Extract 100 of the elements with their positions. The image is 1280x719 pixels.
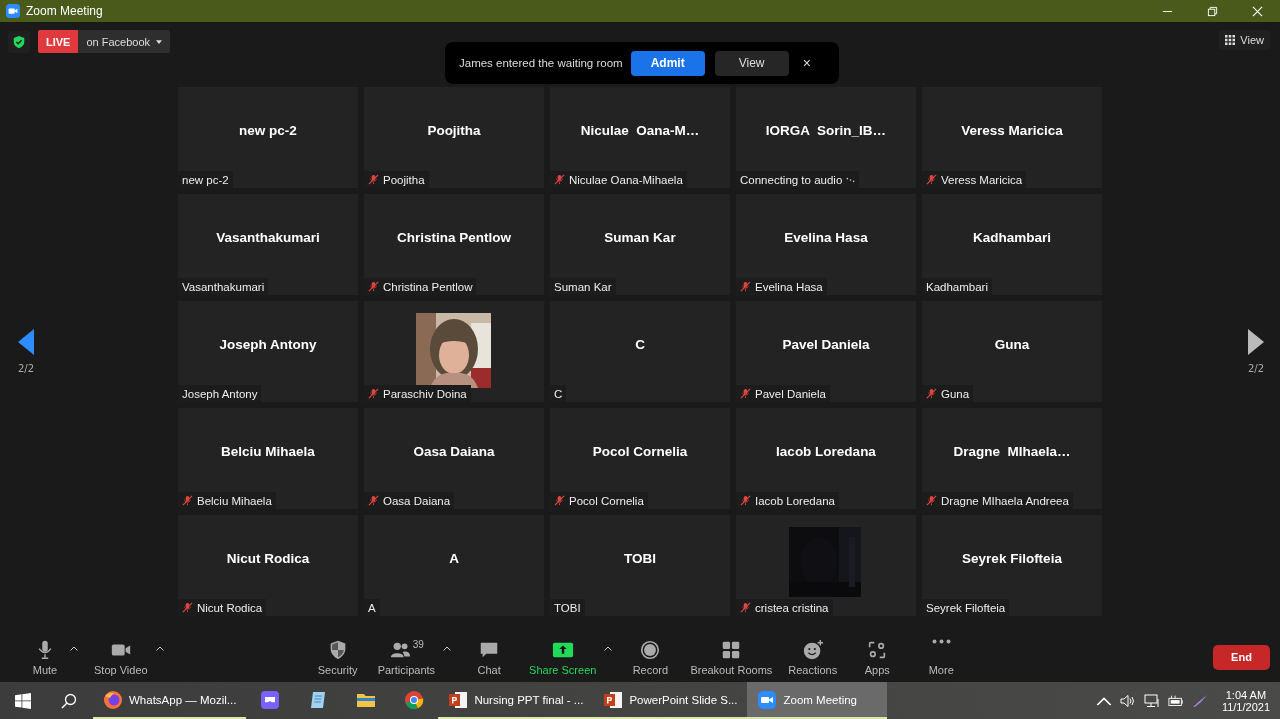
participant-name: Veress Maricica (961, 123, 1063, 138)
mute-button[interactable]: Mute (22, 634, 82, 680)
connecting-dots-icon (846, 176, 856, 183)
participant-name: A (368, 601, 376, 614)
stream-target-dropdown[interactable]: on Facebook (78, 30, 171, 53)
participant-name: new pc-2 (182, 173, 229, 186)
participant-name: Christina Pentlow (383, 280, 473, 293)
muted-mic-icon (926, 388, 937, 399)
network-icon[interactable] (1143, 693, 1160, 708)
page-indicator: 2/2 (1247, 363, 1264, 374)
clock-time: 1:04 AM (1225, 688, 1267, 701)
muted-mic-icon (554, 174, 565, 185)
participant-name: TOBI (554, 601, 581, 614)
live-badge: LIVE (38, 30, 79, 53)
previous-page-icon[interactable] (18, 329, 34, 355)
participant-name: Poojitha (383, 173, 425, 186)
muted-mic-icon (368, 174, 379, 185)
admit-button[interactable]: Admit (630, 50, 705, 76)
participant-name: Joseph Antony (219, 337, 317, 352)
pen-icon[interactable] (1191, 693, 1208, 708)
participant-name: Suman Kar (604, 230, 676, 245)
participant-name: Christina Pentlow (397, 230, 511, 245)
muted-mic-icon (554, 495, 565, 506)
participant-name: Iacob Loredana (776, 444, 876, 459)
security-badge[interactable] (8, 30, 30, 53)
toolbar-button[interactable]: Apps (847, 634, 908, 680)
stop-video-button[interactable]: Stop Video (88, 634, 168, 680)
muted-mic-icon (368, 281, 379, 292)
view-button[interactable]: View (714, 50, 789, 76)
caret-icon (70, 645, 78, 651)
participant-name: Dragne MIhaela… (953, 444, 1071, 459)
muted-mic-icon (368, 495, 379, 506)
page-indicator: 2/2 (18, 363, 35, 374)
record-icon (639, 638, 662, 661)
participant-name: C (554, 387, 563, 400)
participant-name: new pc-2 (239, 123, 297, 138)
participant-name: Pocol Cornelia (569, 494, 644, 507)
participant-name: Kadhambari (926, 280, 988, 293)
volume-icon[interactable] (1119, 693, 1136, 708)
taskbar-app[interactable]: Zoom Meeting (747, 682, 888, 719)
participant-name: Nicut Rodica (197, 601, 263, 614)
toolbar-button[interactable]: Record (620, 634, 681, 680)
zoom-logo-icon (6, 4, 20, 18)
firefox-icon (103, 689, 123, 710)
participant-name: Niculae Oana-M… (580, 123, 700, 138)
caret-icon (443, 645, 452, 651)
toolbar-button[interactable]: Chat (459, 634, 520, 680)
next-page-icon[interactable] (1248, 329, 1264, 355)
muted-mic-icon (740, 388, 751, 399)
caret-icon (604, 645, 613, 651)
view-button[interactable]: View (1219, 30, 1270, 50)
toolbar-button[interactable]: Share Screen (523, 634, 617, 680)
toolbar-button[interactable]: Breakout Rooms (684, 634, 779, 680)
window-title: Zoom Meeting (26, 4, 103, 18)
close-button[interactable]: × (798, 55, 815, 71)
participant-name: Joseph Antony (182, 387, 258, 400)
smile-icon (801, 638, 824, 661)
participant-name: Kadhambari (973, 230, 1051, 245)
ppt-icon (448, 689, 469, 710)
participant-count: 39 (412, 638, 424, 650)
participant-name: A (449, 551, 459, 566)
participant-name: Paraschiv Doina (383, 387, 467, 400)
chat-app-icon (260, 689, 281, 710)
caret-icon (156, 39, 163, 44)
participant-name: IORGA Sorin_IB… (765, 123, 887, 138)
muted-mic-icon (182, 495, 193, 506)
participant-name: Pavel Daniela (782, 337, 870, 352)
participant-name: Evelina Hasa (784, 230, 868, 245)
participant-name: Belciu Mihaela (197, 494, 272, 507)
participant-name: Suman Kar (554, 280, 612, 293)
participant-name: C (635, 337, 645, 352)
taskbar-app[interactable]: Nursing PPT final - ... (438, 682, 594, 719)
end-button[interactable]: End (1213, 644, 1270, 670)
participant-name: Vasanthakumari (216, 230, 320, 245)
muted-mic-icon (740, 495, 751, 506)
ppt-icon (603, 689, 624, 710)
toolbar-button[interactable]: Security (307, 634, 368, 680)
participant-name: Nicut Rodica (226, 551, 310, 566)
participant-name: Belciu Mihaela (221, 444, 315, 459)
participant-name: Seyrek Filofteia (926, 601, 1006, 614)
toolbar-button[interactable]: More (911, 634, 972, 680)
caret-icon (155, 645, 164, 651)
participant-name: Veress Maricica (941, 173, 1023, 186)
participant-name: Oasa Daiana (383, 494, 451, 507)
muted-mic-icon (740, 281, 751, 292)
battery-icon[interactable] (1167, 693, 1184, 708)
toolbar-button[interactable]: Reactions (782, 634, 844, 680)
participant-name: Guna (994, 337, 1030, 352)
muted-mic-icon (926, 174, 937, 185)
participant-name: Poojitha (427, 123, 481, 138)
muted-mic-icon (368, 388, 379, 399)
participant-name: Dragne MIhaela Andreea (941, 494, 1069, 507)
participant-name: Pocol Cornelia (592, 444, 688, 459)
chrome-icon (404, 689, 425, 710)
grid-icon (1225, 35, 1236, 45)
participant-name: Pavel Daniela (755, 387, 826, 400)
toolbar-button[interactable]: 39 Participants (371, 634, 456, 680)
participant-name: Guna (941, 387, 970, 400)
notification-text: James entered the waiting room (459, 57, 623, 69)
taskbar-app[interactable]: WhatsApp — Mozil... (93, 682, 247, 719)
